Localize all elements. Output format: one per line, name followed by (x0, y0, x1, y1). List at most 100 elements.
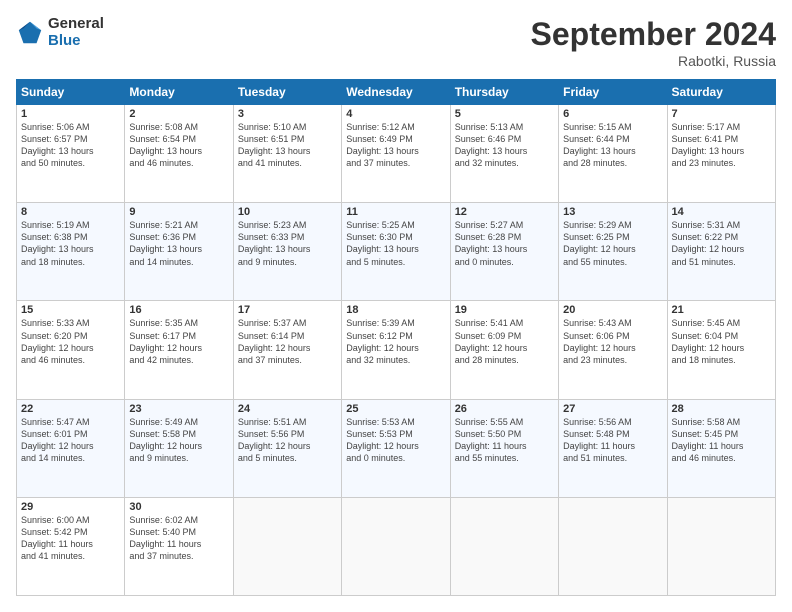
calendar-cell: 15Sunrise: 5:33 AM Sunset: 6:20 PM Dayli… (17, 301, 125, 399)
col-header-friday: Friday (559, 80, 667, 105)
day-number: 30 (129, 501, 228, 513)
month-title: September 2024 (531, 16, 776, 53)
day-number: 25 (346, 403, 445, 415)
day-number: 6 (563, 108, 662, 120)
day-info: Sunrise: 5:21 AM Sunset: 6:36 PM Dayligh… (129, 219, 228, 268)
calendar-cell: 27Sunrise: 5:56 AM Sunset: 5:48 PM Dayli… (559, 399, 667, 497)
day-info: Sunrise: 5:58 AM Sunset: 5:45 PM Dayligh… (672, 416, 771, 465)
calendar-cell: 11Sunrise: 5:25 AM Sunset: 6:30 PM Dayli… (342, 203, 450, 301)
calendar-cell: 4Sunrise: 5:12 AM Sunset: 6:49 PM Daylig… (342, 105, 450, 203)
calendar-table: SundayMondayTuesdayWednesdayThursdayFrid… (16, 79, 776, 596)
logo-icon (16, 19, 44, 47)
day-number: 16 (129, 304, 228, 316)
calendar-row-2: 8Sunrise: 5:19 AM Sunset: 6:38 PM Daylig… (17, 203, 776, 301)
calendar-cell: 12Sunrise: 5:27 AM Sunset: 6:28 PM Dayli… (450, 203, 558, 301)
day-number: 20 (563, 304, 662, 316)
day-info: Sunrise: 5:35 AM Sunset: 6:17 PM Dayligh… (129, 317, 228, 366)
calendar-cell: 6Sunrise: 5:15 AM Sunset: 6:44 PM Daylig… (559, 105, 667, 203)
day-info: Sunrise: 5:49 AM Sunset: 5:58 PM Dayligh… (129, 416, 228, 465)
day-info: Sunrise: 5:55 AM Sunset: 5:50 PM Dayligh… (455, 416, 554, 465)
day-info: Sunrise: 5:51 AM Sunset: 5:56 PM Dayligh… (238, 416, 337, 465)
calendar-cell: 23Sunrise: 5:49 AM Sunset: 5:58 PM Dayli… (125, 399, 233, 497)
calendar-cell: 30Sunrise: 6:02 AM Sunset: 5:40 PM Dayli… (125, 497, 233, 595)
day-info: Sunrise: 6:02 AM Sunset: 5:40 PM Dayligh… (129, 514, 228, 563)
day-info: Sunrise: 5:41 AM Sunset: 6:09 PM Dayligh… (455, 317, 554, 366)
day-info: Sunrise: 5:37 AM Sunset: 6:14 PM Dayligh… (238, 317, 337, 366)
day-number: 28 (672, 403, 771, 415)
day-info: Sunrise: 5:23 AM Sunset: 6:33 PM Dayligh… (238, 219, 337, 268)
day-info: Sunrise: 5:15 AM Sunset: 6:44 PM Dayligh… (563, 121, 662, 170)
logo-blue-text: Blue (48, 33, 104, 50)
calendar-cell: 26Sunrise: 5:55 AM Sunset: 5:50 PM Dayli… (450, 399, 558, 497)
day-number: 12 (455, 206, 554, 218)
calendar-header-row: SundayMondayTuesdayWednesdayThursdayFrid… (17, 80, 776, 105)
calendar-cell: 3Sunrise: 5:10 AM Sunset: 6:51 PM Daylig… (233, 105, 341, 203)
day-number: 13 (563, 206, 662, 218)
title-block: September 2024 Rabotki, Russia (531, 16, 776, 69)
day-info: Sunrise: 5:33 AM Sunset: 6:20 PM Dayligh… (21, 317, 120, 366)
calendar-cell: 21Sunrise: 5:45 AM Sunset: 6:04 PM Dayli… (667, 301, 775, 399)
calendar-row-5: 29Sunrise: 6:00 AM Sunset: 5:42 PM Dayli… (17, 497, 776, 595)
day-info: Sunrise: 5:56 AM Sunset: 5:48 PM Dayligh… (563, 416, 662, 465)
day-number: 17 (238, 304, 337, 316)
col-header-sunday: Sunday (17, 80, 125, 105)
col-header-thursday: Thursday (450, 80, 558, 105)
day-number: 27 (563, 403, 662, 415)
day-number: 9 (129, 206, 228, 218)
day-number: 29 (21, 501, 120, 513)
day-number: 24 (238, 403, 337, 415)
day-number: 8 (21, 206, 120, 218)
day-info: Sunrise: 5:47 AM Sunset: 6:01 PM Dayligh… (21, 416, 120, 465)
day-info: Sunrise: 5:43 AM Sunset: 6:06 PM Dayligh… (563, 317, 662, 366)
day-info: Sunrise: 5:27 AM Sunset: 6:28 PM Dayligh… (455, 219, 554, 268)
col-header-tuesday: Tuesday (233, 80, 341, 105)
calendar-cell (342, 497, 450, 595)
calendar-cell: 16Sunrise: 5:35 AM Sunset: 6:17 PM Dayli… (125, 301, 233, 399)
day-number: 14 (672, 206, 771, 218)
day-number: 1 (21, 108, 120, 120)
calendar-cell (667, 497, 775, 595)
calendar-cell (233, 497, 341, 595)
calendar-cell: 14Sunrise: 5:31 AM Sunset: 6:22 PM Dayli… (667, 203, 775, 301)
day-info: Sunrise: 5:13 AM Sunset: 6:46 PM Dayligh… (455, 121, 554, 170)
day-info: Sunrise: 5:12 AM Sunset: 6:49 PM Dayligh… (346, 121, 445, 170)
day-info: Sunrise: 5:25 AM Sunset: 6:30 PM Dayligh… (346, 219, 445, 268)
day-info: Sunrise: 5:10 AM Sunset: 6:51 PM Dayligh… (238, 121, 337, 170)
day-info: Sunrise: 5:08 AM Sunset: 6:54 PM Dayligh… (129, 121, 228, 170)
calendar-cell (559, 497, 667, 595)
calendar-cell: 10Sunrise: 5:23 AM Sunset: 6:33 PM Dayli… (233, 203, 341, 301)
calendar-cell: 22Sunrise: 5:47 AM Sunset: 6:01 PM Dayli… (17, 399, 125, 497)
day-info: Sunrise: 6:00 AM Sunset: 5:42 PM Dayligh… (21, 514, 120, 563)
calendar-cell: 13Sunrise: 5:29 AM Sunset: 6:25 PM Dayli… (559, 203, 667, 301)
day-number: 22 (21, 403, 120, 415)
day-number: 5 (455, 108, 554, 120)
calendar-cell: 24Sunrise: 5:51 AM Sunset: 5:56 PM Dayli… (233, 399, 341, 497)
day-info: Sunrise: 5:39 AM Sunset: 6:12 PM Dayligh… (346, 317, 445, 366)
calendar-cell: 9Sunrise: 5:21 AM Sunset: 6:36 PM Daylig… (125, 203, 233, 301)
calendar-cell: 8Sunrise: 5:19 AM Sunset: 6:38 PM Daylig… (17, 203, 125, 301)
day-number: 26 (455, 403, 554, 415)
day-number: 2 (129, 108, 228, 120)
calendar-cell: 18Sunrise: 5:39 AM Sunset: 6:12 PM Dayli… (342, 301, 450, 399)
col-header-monday: Monday (125, 80, 233, 105)
calendar-row-4: 22Sunrise: 5:47 AM Sunset: 6:01 PM Dayli… (17, 399, 776, 497)
day-number: 3 (238, 108, 337, 120)
day-info: Sunrise: 5:31 AM Sunset: 6:22 PM Dayligh… (672, 219, 771, 268)
calendar-cell: 20Sunrise: 5:43 AM Sunset: 6:06 PM Dayli… (559, 301, 667, 399)
col-header-wednesday: Wednesday (342, 80, 450, 105)
calendar-cell: 1Sunrise: 5:06 AM Sunset: 6:57 PM Daylig… (17, 105, 125, 203)
logo: General Blue (16, 16, 104, 49)
day-number: 19 (455, 304, 554, 316)
calendar-cell: 7Sunrise: 5:17 AM Sunset: 6:41 PM Daylig… (667, 105, 775, 203)
calendar-row-3: 15Sunrise: 5:33 AM Sunset: 6:20 PM Dayli… (17, 301, 776, 399)
logo-general-text: General (48, 16, 104, 33)
col-header-saturday: Saturday (667, 80, 775, 105)
day-info: Sunrise: 5:29 AM Sunset: 6:25 PM Dayligh… (563, 219, 662, 268)
day-info: Sunrise: 5:45 AM Sunset: 6:04 PM Dayligh… (672, 317, 771, 366)
day-number: 18 (346, 304, 445, 316)
calendar-row-1: 1Sunrise: 5:06 AM Sunset: 6:57 PM Daylig… (17, 105, 776, 203)
calendar-cell: 29Sunrise: 6:00 AM Sunset: 5:42 PM Dayli… (17, 497, 125, 595)
calendar-cell: 28Sunrise: 5:58 AM Sunset: 5:45 PM Dayli… (667, 399, 775, 497)
header: General Blue September 2024 Rabotki, Rus… (16, 16, 776, 69)
day-info: Sunrise: 5:17 AM Sunset: 6:41 PM Dayligh… (672, 121, 771, 170)
